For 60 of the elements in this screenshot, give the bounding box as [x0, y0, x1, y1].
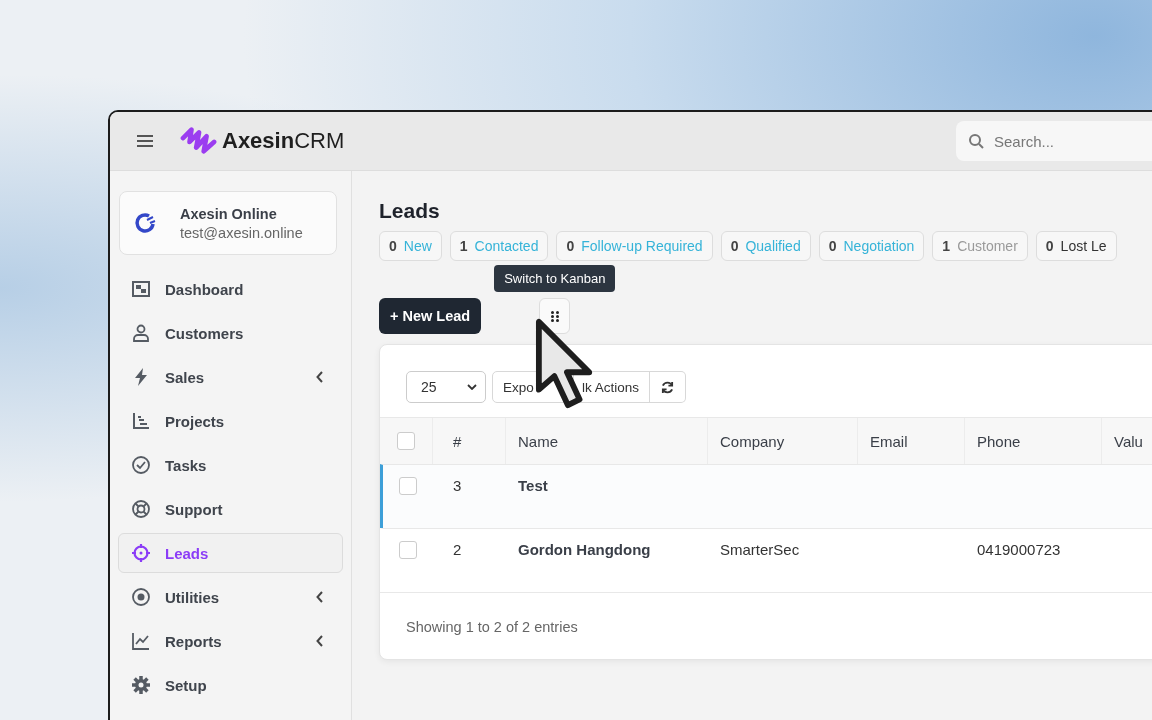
page-title: Leads [379, 199, 441, 223]
column-header[interactable]: Company [720, 432, 785, 450]
new-lead-button[interactable]: + New Lead [379, 298, 482, 334]
lead-name: Gordon Hangdong [518, 541, 651, 558]
dot-circle-icon [131, 587, 151, 607]
row-checkbox[interactable] [399, 541, 417, 559]
refresh-button[interactable] [650, 371, 687, 403]
search-field[interactable]: Search... [956, 121, 1152, 161]
sidebar-item[interactable]: Projects [118, 401, 343, 441]
table-row[interactable]: 2 Gordon Hangdong SmarterSec 0419000723 [380, 528, 1152, 592]
table-cell: 2 [453, 541, 462, 558]
entries-info: Showing 1 to 2 of 2 entries [406, 619, 578, 635]
status-filter[interactable]: 0 Negotiation [818, 231, 925, 261]
column-header[interactable]: # [453, 432, 462, 450]
account-card[interactable]: Axesin Online test@axesin.online [119, 191, 337, 255]
account-email: test@axesin.online [180, 224, 303, 241]
tooltip: Switch to Kanban [494, 265, 616, 292]
table-cell: 3 [453, 477, 462, 494]
sidebar-item[interactable]: Leads [118, 533, 343, 573]
sidebar-item[interactable]: Tasks [118, 445, 343, 485]
sidebar-item[interactable]: Sales [118, 357, 343, 397]
status-filter[interactable]: 0 New [379, 231, 442, 261]
sidebar-item[interactable]: Utilities [118, 577, 343, 617]
crosshair-icon [131, 543, 151, 563]
grid-dots-icon [550, 310, 559, 322]
chart-bars-icon [131, 411, 151, 431]
dashboard-icon [131, 279, 151, 299]
logo-icon [180, 125, 218, 157]
brand-name: AxesinCRM [222, 128, 345, 154]
caret-icon [467, 384, 477, 390]
column-header[interactable]: Phone [977, 432, 1021, 450]
table-row[interactable]: 3 Test [380, 464, 1152, 528]
sidebar-item[interactable]: Customers [118, 313, 343, 353]
user-icon [131, 323, 151, 343]
sidebar-item[interactable]: Dashboard [118, 269, 343, 309]
status-filter[interactable]: 1 Contacted [449, 231, 549, 261]
row-checkbox[interactable] [399, 477, 417, 495]
column-header[interactable]: Valu [1114, 432, 1143, 450]
column-header[interactable]: Email [870, 432, 908, 450]
sidebar-item[interactable]: Setup [118, 665, 343, 705]
table-cell: SmarterSec [720, 541, 800, 558]
account-name: Axesin Online [180, 205, 278, 222]
lifebuoy-icon [131, 499, 151, 519]
company-logo-icon [134, 211, 158, 235]
check-circle-icon [131, 455, 151, 475]
settings-icon [131, 675, 151, 695]
sidebar-item[interactable]: Support [118, 489, 343, 529]
column-header[interactable]: Name [518, 432, 558, 450]
refresh-icon [661, 380, 675, 394]
status-filter[interactable]: 0 Lost Le [1035, 231, 1117, 261]
select-all-checkbox[interactable] [397, 432, 415, 450]
lead-name: Test [518, 477, 548, 494]
table-cell: 0419000723 [977, 541, 1061, 558]
sidebar-item[interactable]: Reports [118, 621, 343, 661]
status-filter[interactable]: 0 Follow-up Required [556, 231, 713, 261]
status-filter[interactable]: 1 Customer [932, 231, 1028, 261]
line-chart-icon [131, 631, 151, 651]
status-filter[interactable]: 0 Qualified [720, 231, 811, 261]
menu-icon[interactable] [136, 134, 154, 148]
page-size-select[interactable]: 25 [406, 371, 486, 403]
